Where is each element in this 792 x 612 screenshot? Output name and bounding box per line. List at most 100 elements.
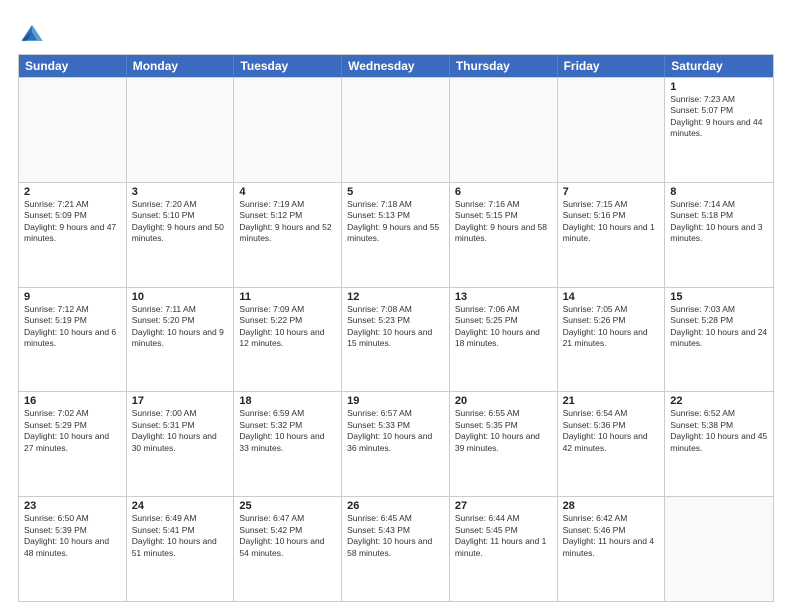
day-info: Sunrise: 7:12 AM Sunset: 5:19 PM Dayligh…: [24, 304, 121, 350]
day-number: 5: [347, 186, 444, 198]
day-number: 2: [24, 186, 121, 198]
header-day-tuesday: Tuesday: [234, 55, 342, 77]
day-info: Sunrise: 7:23 AM Sunset: 5:07 PM Dayligh…: [670, 94, 768, 140]
calendar-cell: 16Sunrise: 7:02 AM Sunset: 5:29 PM Dayli…: [19, 392, 127, 496]
day-info: Sunrise: 7:03 AM Sunset: 5:28 PM Dayligh…: [670, 304, 768, 350]
day-info: Sunrise: 7:08 AM Sunset: 5:23 PM Dayligh…: [347, 304, 444, 350]
calendar-cell: 22Sunrise: 6:52 AM Sunset: 5:38 PM Dayli…: [665, 392, 773, 496]
day-number: 28: [563, 500, 660, 512]
day-info: Sunrise: 6:42 AM Sunset: 5:46 PM Dayligh…: [563, 513, 660, 559]
calendar-cell: [127, 78, 235, 182]
calendar-cell: 26Sunrise: 6:45 AM Sunset: 5:43 PM Dayli…: [342, 497, 450, 601]
day-info: Sunrise: 6:47 AM Sunset: 5:42 PM Dayligh…: [239, 513, 336, 559]
day-info: Sunrise: 7:06 AM Sunset: 5:25 PM Dayligh…: [455, 304, 552, 350]
calendar-cell: 19Sunrise: 6:57 AM Sunset: 5:33 PM Dayli…: [342, 392, 450, 496]
day-number: 7: [563, 186, 660, 198]
day-number: 15: [670, 291, 768, 303]
day-number: 1: [670, 81, 768, 93]
calendar-row-3: 16Sunrise: 7:02 AM Sunset: 5:29 PM Dayli…: [19, 391, 773, 496]
day-number: 11: [239, 291, 336, 303]
calendar-cell: 17Sunrise: 7:00 AM Sunset: 5:31 PM Dayli…: [127, 392, 235, 496]
calendar-cell: [665, 497, 773, 601]
calendar-cell: 12Sunrise: 7:08 AM Sunset: 5:23 PM Dayli…: [342, 288, 450, 392]
day-info: Sunrise: 7:16 AM Sunset: 5:15 PM Dayligh…: [455, 199, 552, 245]
calendar-cell: 8Sunrise: 7:14 AM Sunset: 5:18 PM Daylig…: [665, 183, 773, 287]
day-number: 26: [347, 500, 444, 512]
calendar-cell: 6Sunrise: 7:16 AM Sunset: 5:15 PM Daylig…: [450, 183, 558, 287]
day-number: 22: [670, 395, 768, 407]
day-number: 27: [455, 500, 552, 512]
day-info: Sunrise: 6:57 AM Sunset: 5:33 PM Dayligh…: [347, 408, 444, 454]
calendar-cell: 20Sunrise: 6:55 AM Sunset: 5:35 PM Dayli…: [450, 392, 558, 496]
day-info: Sunrise: 7:05 AM Sunset: 5:26 PM Dayligh…: [563, 304, 660, 350]
calendar-row-1: 2Sunrise: 7:21 AM Sunset: 5:09 PM Daylig…: [19, 182, 773, 287]
day-info: Sunrise: 7:14 AM Sunset: 5:18 PM Dayligh…: [670, 199, 768, 245]
calendar-cell: 27Sunrise: 6:44 AM Sunset: 5:45 PM Dayli…: [450, 497, 558, 601]
day-info: Sunrise: 6:55 AM Sunset: 5:35 PM Dayligh…: [455, 408, 552, 454]
day-info: Sunrise: 6:50 AM Sunset: 5:39 PM Dayligh…: [24, 513, 121, 559]
day-number: 6: [455, 186, 552, 198]
day-number: 24: [132, 500, 229, 512]
calendar-cell: [234, 78, 342, 182]
header-day-monday: Monday: [127, 55, 235, 77]
calendar-cell: 1Sunrise: 7:23 AM Sunset: 5:07 PM Daylig…: [665, 78, 773, 182]
day-number: 3: [132, 186, 229, 198]
calendar-cell: 7Sunrise: 7:15 AM Sunset: 5:16 PM Daylig…: [558, 183, 666, 287]
calendar-cell: 25Sunrise: 6:47 AM Sunset: 5:42 PM Dayli…: [234, 497, 342, 601]
day-info: Sunrise: 7:02 AM Sunset: 5:29 PM Dayligh…: [24, 408, 121, 454]
day-info: Sunrise: 6:52 AM Sunset: 5:38 PM Dayligh…: [670, 408, 768, 454]
calendar-row-4: 23Sunrise: 6:50 AM Sunset: 5:39 PM Dayli…: [19, 496, 773, 601]
day-info: Sunrise: 7:21 AM Sunset: 5:09 PM Dayligh…: [24, 199, 121, 245]
header-day-thursday: Thursday: [450, 55, 558, 77]
day-info: Sunrise: 7:00 AM Sunset: 5:31 PM Dayligh…: [132, 408, 229, 454]
day-number: 17: [132, 395, 229, 407]
day-info: Sunrise: 6:59 AM Sunset: 5:32 PM Dayligh…: [239, 408, 336, 454]
day-number: 21: [563, 395, 660, 407]
day-info: Sunrise: 7:20 AM Sunset: 5:10 PM Dayligh…: [132, 199, 229, 245]
header-day-friday: Friday: [558, 55, 666, 77]
header-day-saturday: Saturday: [665, 55, 773, 77]
day-info: Sunrise: 7:18 AM Sunset: 5:13 PM Dayligh…: [347, 199, 444, 245]
day-number: 18: [239, 395, 336, 407]
calendar-cell: 3Sunrise: 7:20 AM Sunset: 5:10 PM Daylig…: [127, 183, 235, 287]
calendar-cell: [450, 78, 558, 182]
calendar-cell: [19, 78, 127, 182]
calendar-cell: 9Sunrise: 7:12 AM Sunset: 5:19 PM Daylig…: [19, 288, 127, 392]
calendar-cell: 24Sunrise: 6:49 AM Sunset: 5:41 PM Dayli…: [127, 497, 235, 601]
day-number: 4: [239, 186, 336, 198]
calendar-cell: 13Sunrise: 7:06 AM Sunset: 5:25 PM Dayli…: [450, 288, 558, 392]
day-info: Sunrise: 6:54 AM Sunset: 5:36 PM Dayligh…: [563, 408, 660, 454]
day-number: 23: [24, 500, 121, 512]
calendar-cell: 4Sunrise: 7:19 AM Sunset: 5:12 PM Daylig…: [234, 183, 342, 287]
calendar-cell: 10Sunrise: 7:11 AM Sunset: 5:20 PM Dayli…: [127, 288, 235, 392]
day-info: Sunrise: 7:09 AM Sunset: 5:22 PM Dayligh…: [239, 304, 336, 350]
day-number: 10: [132, 291, 229, 303]
day-info: Sunrise: 7:19 AM Sunset: 5:12 PM Dayligh…: [239, 199, 336, 245]
calendar-cell: 14Sunrise: 7:05 AM Sunset: 5:26 PM Dayli…: [558, 288, 666, 392]
day-info: Sunrise: 7:15 AM Sunset: 5:16 PM Dayligh…: [563, 199, 660, 245]
calendar-cell: 28Sunrise: 6:42 AM Sunset: 5:46 PM Dayli…: [558, 497, 666, 601]
calendar: SundayMondayTuesdayWednesdayThursdayFrid…: [18, 54, 774, 602]
calendar-cell: 5Sunrise: 7:18 AM Sunset: 5:13 PM Daylig…: [342, 183, 450, 287]
calendar-cell: 23Sunrise: 6:50 AM Sunset: 5:39 PM Dayli…: [19, 497, 127, 601]
day-number: 16: [24, 395, 121, 407]
day-number: 19: [347, 395, 444, 407]
calendar-cell: 2Sunrise: 7:21 AM Sunset: 5:09 PM Daylig…: [19, 183, 127, 287]
header-day-wednesday: Wednesday: [342, 55, 450, 77]
day-number: 25: [239, 500, 336, 512]
day-number: 13: [455, 291, 552, 303]
calendar-cell: [558, 78, 666, 182]
day-number: 12: [347, 291, 444, 303]
day-number: 14: [563, 291, 660, 303]
header-day-sunday: Sunday: [19, 55, 127, 77]
day-info: Sunrise: 6:49 AM Sunset: 5:41 PM Dayligh…: [132, 513, 229, 559]
logo-icon: [18, 18, 46, 46]
calendar-body: 1Sunrise: 7:23 AM Sunset: 5:07 PM Daylig…: [19, 77, 773, 601]
day-number: 8: [670, 186, 768, 198]
logo: [18, 18, 50, 46]
calendar-cell: 18Sunrise: 6:59 AM Sunset: 5:32 PM Dayli…: [234, 392, 342, 496]
calendar-row-2: 9Sunrise: 7:12 AM Sunset: 5:19 PM Daylig…: [19, 287, 773, 392]
day-number: 20: [455, 395, 552, 407]
calendar-row-0: 1Sunrise: 7:23 AM Sunset: 5:07 PM Daylig…: [19, 77, 773, 182]
calendar-header: SundayMondayTuesdayWednesdayThursdayFrid…: [19, 55, 773, 77]
